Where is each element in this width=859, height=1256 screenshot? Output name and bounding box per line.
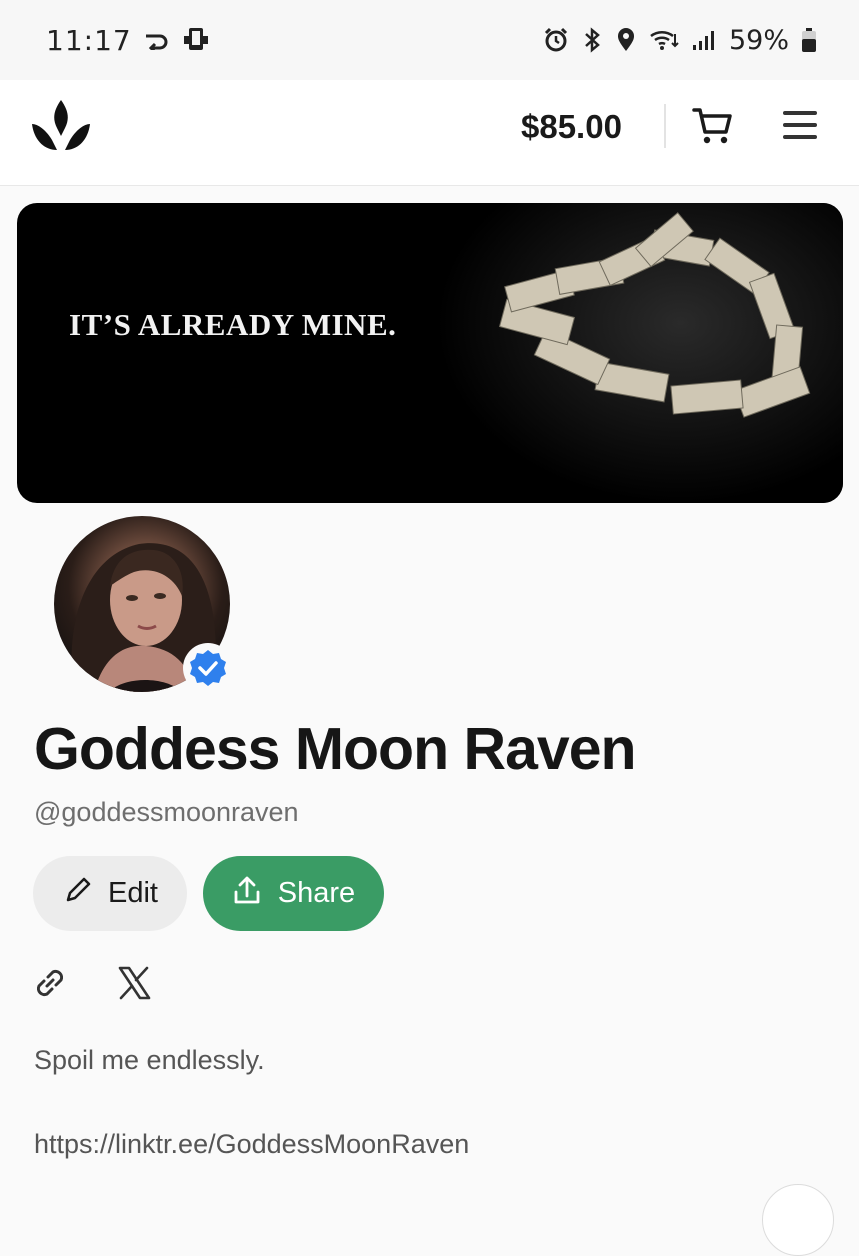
bluetooth-icon bbox=[581, 27, 603, 53]
profile-banner: IT’S ALREADY MINE. bbox=[17, 203, 843, 503]
arrow-return-icon bbox=[144, 30, 170, 50]
signal-icon bbox=[691, 28, 717, 52]
edit-button-label: Edit bbox=[108, 877, 158, 909]
battery-percent: 59% bbox=[728, 24, 789, 56]
device-icon bbox=[182, 26, 210, 54]
x-twitter-icon[interactable] bbox=[116, 965, 152, 1001]
crown-logo[interactable] bbox=[28, 98, 94, 154]
money-heart-image bbox=[437, 203, 843, 503]
profile-bio: Spoil me endlessly. https://linktr.ee/Go… bbox=[34, 1045, 470, 1159]
hamburger-menu-icon[interactable] bbox=[781, 108, 819, 142]
battery-icon bbox=[801, 27, 817, 53]
profile-handle: @goddessmoonraven bbox=[34, 797, 299, 827]
balance[interactable]: $85.00 bbox=[521, 108, 622, 146]
share-button-label: Share bbox=[277, 877, 356, 909]
share-icon bbox=[232, 874, 262, 914]
header-divider bbox=[664, 104, 666, 148]
link-icon[interactable] bbox=[31, 964, 69, 1002]
status-time: 11:17 bbox=[46, 23, 132, 57]
location-icon bbox=[615, 27, 637, 53]
pencil-icon bbox=[62, 874, 94, 914]
app-header: $85.00 bbox=[0, 80, 859, 186]
edit-button[interactable]: Edit bbox=[33, 856, 187, 931]
status-bar: 11:17 59% bbox=[0, 0, 859, 80]
wifi-icon bbox=[649, 28, 679, 52]
profile-name: Goddess Moon Raven bbox=[34, 716, 637, 782]
alarm-icon bbox=[543, 27, 569, 53]
floating-action-button[interactable] bbox=[762, 1184, 834, 1256]
banner-text: IT’S ALREADY MINE. bbox=[69, 307, 397, 342]
verified-badge-icon bbox=[183, 643, 233, 693]
share-button[interactable]: Share bbox=[203, 856, 384, 931]
cart-icon[interactable] bbox=[692, 104, 734, 146]
